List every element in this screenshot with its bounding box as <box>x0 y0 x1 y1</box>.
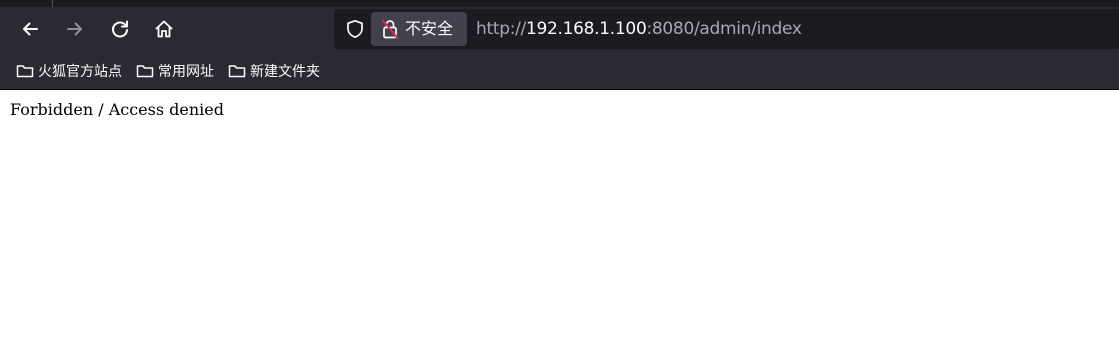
home-icon <box>155 20 173 38</box>
folder-icon <box>16 63 34 79</box>
shield-icon <box>347 19 363 39</box>
page-content: Forbidden / Access denied <box>0 90 1119 120</box>
bookmark-folder-common-sites[interactable]: 常用网址 <box>129 57 221 85</box>
url-host: 192.168.1.100 <box>525 19 647 39</box>
navigation-toolbar: 不安全 http://192.168.1.100:8080/admin/inde… <box>0 7 1119 52</box>
arrow-right-icon <box>67 22 82 36</box>
forward-button[interactable] <box>59 13 91 45</box>
browser-chrome: 不安全 http://192.168.1.100:8080/admin/inde… <box>0 0 1119 90</box>
security-label: 不安全 <box>405 19 454 38</box>
bookmark-folder-new-folder[interactable]: 新建文件夹 <box>221 57 327 85</box>
bookmarks-toolbar: 火狐官方站点 常用网址 新建文件夹 <box>0 52 1119 89</box>
url-scheme: http:// <box>476 19 526 39</box>
folder-icon <box>228 63 246 79</box>
bookmark-folder-firefox-official[interactable]: 火狐官方站点 <box>9 57 129 85</box>
bookmark-label: 常用网址 <box>158 63 214 80</box>
insecure-lock-icon <box>380 18 400 40</box>
reload-icon <box>112 20 128 38</box>
tab-strip <box>0 0 1119 7</box>
error-message: Forbidden / Access denied <box>10 100 224 119</box>
arrow-left-icon <box>23 22 38 36</box>
site-identity-button[interactable]: 不安全 <box>371 12 467 46</box>
bookmark-label: 火狐官方站点 <box>38 63 122 80</box>
tab-edge <box>52 0 53 7</box>
tracking-protection-button[interactable] <box>340 13 370 45</box>
url-bar[interactable]: 不安全 http://192.168.1.100:8080/admin/inde… <box>334 9 1119 49</box>
url-text[interactable]: http://192.168.1.100:8080/admin/index <box>476 18 802 40</box>
back-button[interactable] <box>14 13 46 45</box>
folder-icon <box>136 63 154 79</box>
chrome-divider <box>0 89 1119 90</box>
reload-button[interactable] <box>104 13 136 45</box>
home-button[interactable] <box>148 13 180 45</box>
url-path: :8080/admin/index <box>646 19 802 39</box>
bookmark-label: 新建文件夹 <box>250 63 320 80</box>
